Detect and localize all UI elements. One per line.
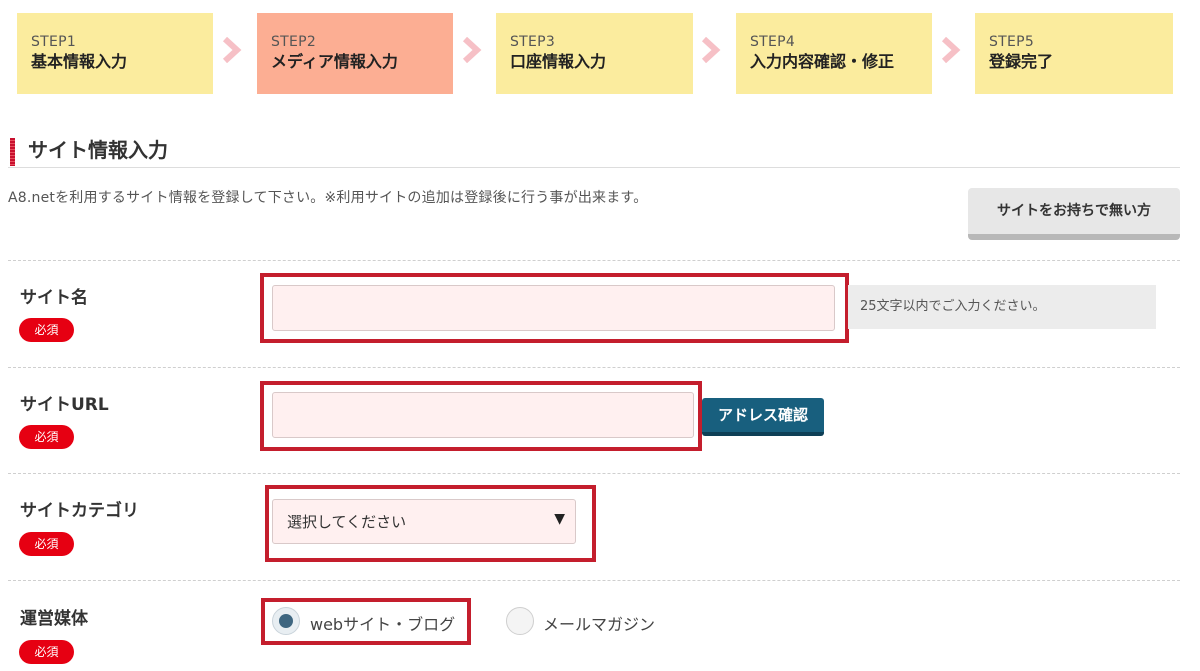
site-name-hint: 25文字以内でご入力ください。 <box>848 285 1156 329</box>
step-title: 口座情報入力 <box>510 52 607 71</box>
site-category-select[interactable]: 選択してください ▼ <box>272 499 576 544</box>
divider <box>8 580 1180 581</box>
step-number: STEP5 <box>989 34 1035 50</box>
section-description: A8.netを利用するサイト情報を登録して下さい。※利用サイトの追加は登録後に行… <box>8 190 648 206</box>
site-url-label: サイトURL <box>20 395 109 415</box>
step-title: 入力内容確認・修正 <box>750 52 895 71</box>
site-category-label: サイトカテゴリ <box>20 501 139 521</box>
section-title: サイト情報入力 <box>28 138 168 162</box>
step-number: STEP1 <box>31 34 77 50</box>
divider <box>8 167 1180 168</box>
site-url-input[interactable] <box>272 392 694 438</box>
media-type-label: 運営媒体 <box>20 609 88 629</box>
select-value: 選択してください <box>287 513 407 531</box>
step-title: 基本情報入力 <box>31 52 128 71</box>
step-4: STEP4 入力内容確認・修正 <box>736 13 932 94</box>
radio-mail-magazine[interactable] <box>506 607 534 635</box>
chevron-right-icon <box>941 37 961 63</box>
step-2: STEP2 メディア情報入力 <box>257 13 453 94</box>
step-title: メディア情報入力 <box>271 52 398 71</box>
chevron-right-icon <box>701 37 721 63</box>
section-title-marker <box>10 138 15 166</box>
divider <box>8 367 1180 368</box>
radio-website-blog[interactable] <box>272 607 300 635</box>
step-5: STEP5 登録完了 <box>975 13 1173 94</box>
radio-label-mail-magazine[interactable]: メールマガジン <box>543 611 655 635</box>
step-3: STEP3 口座情報入力 <box>496 13 693 94</box>
divider <box>8 260 1180 261</box>
step-number: STEP4 <box>750 34 796 50</box>
step-1: STEP1 基本情報入力 <box>17 13 213 94</box>
chevron-right-icon <box>462 37 482 63</box>
step-title: 登録完了 <box>989 52 1054 71</box>
site-name-input[interactable] <box>272 285 835 331</box>
step-number: STEP3 <box>510 34 556 50</box>
step-number: STEP2 <box>271 34 317 50</box>
divider <box>8 473 1180 474</box>
no-site-button[interactable]: サイトをお持ちで無い方 <box>968 188 1180 240</box>
address-check-button[interactable]: アドレス確認 <box>702 398 824 436</box>
required-badge: 必須 <box>19 425 74 449</box>
chevron-right-icon <box>222 37 242 63</box>
triangle-down-icon: ▼ <box>554 511 565 527</box>
required-badge: 必須 <box>19 318 74 342</box>
site-name-label: サイト名 <box>20 288 88 308</box>
radio-label-website-blog[interactable]: webサイト・ブログ <box>310 611 455 635</box>
required-badge: 必須 <box>19 640 74 664</box>
required-badge: 必須 <box>19 532 74 556</box>
